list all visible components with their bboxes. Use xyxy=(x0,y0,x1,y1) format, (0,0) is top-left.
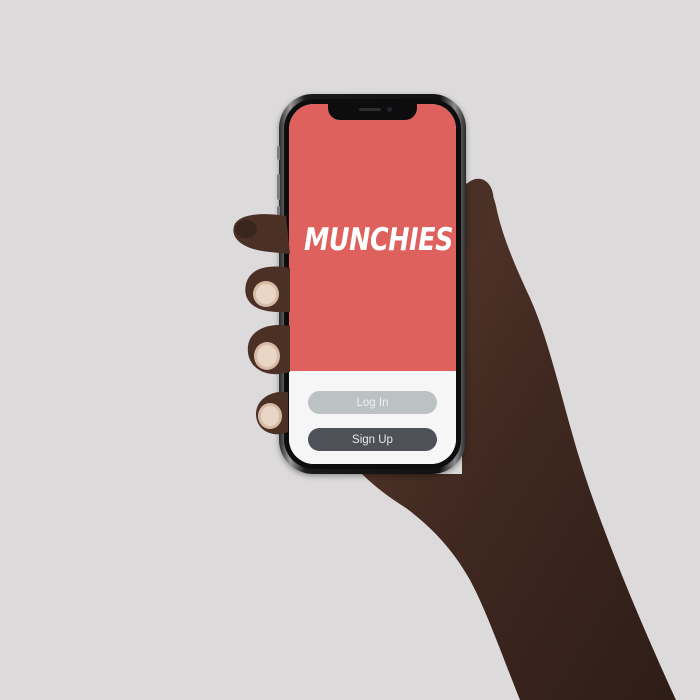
device-mockup-scene: MUNCHIES Log In Sign Up xyxy=(0,0,700,700)
hand-fingers-illustration xyxy=(233,214,290,435)
